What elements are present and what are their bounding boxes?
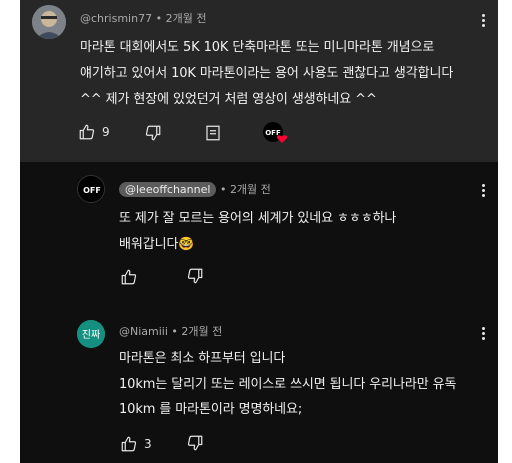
like-button[interactable]: [120, 268, 138, 286]
reply-button[interactable]: [204, 124, 222, 142]
like-button[interactable]: 9: [78, 123, 110, 141]
highlighted-comment: @chrismin77 • 2개월 전 마라톤 대회에서도 5K 10K 단축마…: [20, 0, 498, 162]
like-icon: [121, 436, 137, 452]
avatar[interactable]: 진짜: [77, 320, 105, 348]
like-icon: [121, 269, 137, 285]
avatar-text: OFF: [83, 186, 101, 195]
comment-text-line: ^^ 제가 현장에 있었던거 처럼 영상이 생생하네요 ^^: [80, 92, 377, 107]
dislike-icon: [187, 268, 203, 284]
comment-meta: @chrismin77 • 2개월 전: [80, 10, 206, 26]
comment-time[interactable]: 2개월 전: [230, 183, 271, 196]
comment-time[interactable]: 2개월 전: [181, 325, 222, 338]
avatar[interactable]: [32, 5, 66, 39]
separator: •: [219, 183, 230, 196]
like-count: 9: [102, 125, 110, 139]
more-vert-icon[interactable]: [476, 13, 490, 29]
separator: •: [171, 325, 182, 338]
avatar-image: [32, 5, 66, 39]
comment-text-line: 10km 를 마라톤이라 명명하네요;: [119, 402, 303, 417]
dislike-button[interactable]: [186, 434, 204, 452]
author-handle[interactable]: @Niamiii: [119, 325, 168, 338]
comment-text-line: 또 제가 잘 모르는 용어의 세계가 있네요 ㅎㅎㅎ하나: [119, 211, 397, 226]
comment-text-line: 얘기하고 있어서 10K 마라톤이라는 용어 사용도 괜찮다고 생각합니다: [80, 66, 454, 81]
avatar[interactable]: OFF: [77, 175, 105, 203]
like-button[interactable]: 3: [120, 435, 152, 453]
dislike-button[interactable]: [186, 267, 204, 285]
dislike-icon: [145, 125, 161, 141]
like-count: 3: [144, 437, 152, 451]
comments-panel: @chrismin77 • 2개월 전 마라톤 대회에서도 5K 10K 단축마…: [20, 0, 498, 463]
comment-text-line: 마라톤 대회에서도 5K 10K 단축마라톤 또는 미니마라톤 개념으로: [80, 40, 435, 55]
comment-time[interactable]: 2개월 전: [166, 12, 207, 25]
dislike-button[interactable]: [144, 124, 162, 142]
creator-heart-icon: OFF: [263, 122, 288, 143]
author-handle[interactable]: @leeoffchannel: [119, 182, 217, 197]
reply-icon: [206, 125, 220, 141]
more-vert-icon[interactable]: [476, 183, 490, 199]
creator-heart-badge: OFF: [262, 121, 288, 145]
comment-text-line: 배워갑니다🤓: [119, 237, 195, 252]
comment-text-line: 마라톤은 최소 하프부터 입니다: [119, 351, 286, 366]
reply-meta: @Niamiii • 2개월 전: [119, 323, 222, 339]
more-vert-icon[interactable]: [476, 326, 490, 342]
author-handle[interactable]: @chrismin77: [80, 12, 152, 25]
avatar-text: 진짜: [82, 329, 100, 341]
avatar-image: OFF: [78, 176, 104, 202]
separator: •: [155, 12, 166, 25]
avatar-image: 진짜: [77, 320, 105, 348]
like-icon: [79, 124, 95, 140]
comment-text-line: 10km는 달리기 또는 레이스로 쓰시면 됩니다 우리나라만 유독: [119, 377, 457, 392]
reply-meta: @leeoffchannel • 2개월 전: [119, 181, 271, 197]
dislike-icon: [187, 435, 203, 451]
